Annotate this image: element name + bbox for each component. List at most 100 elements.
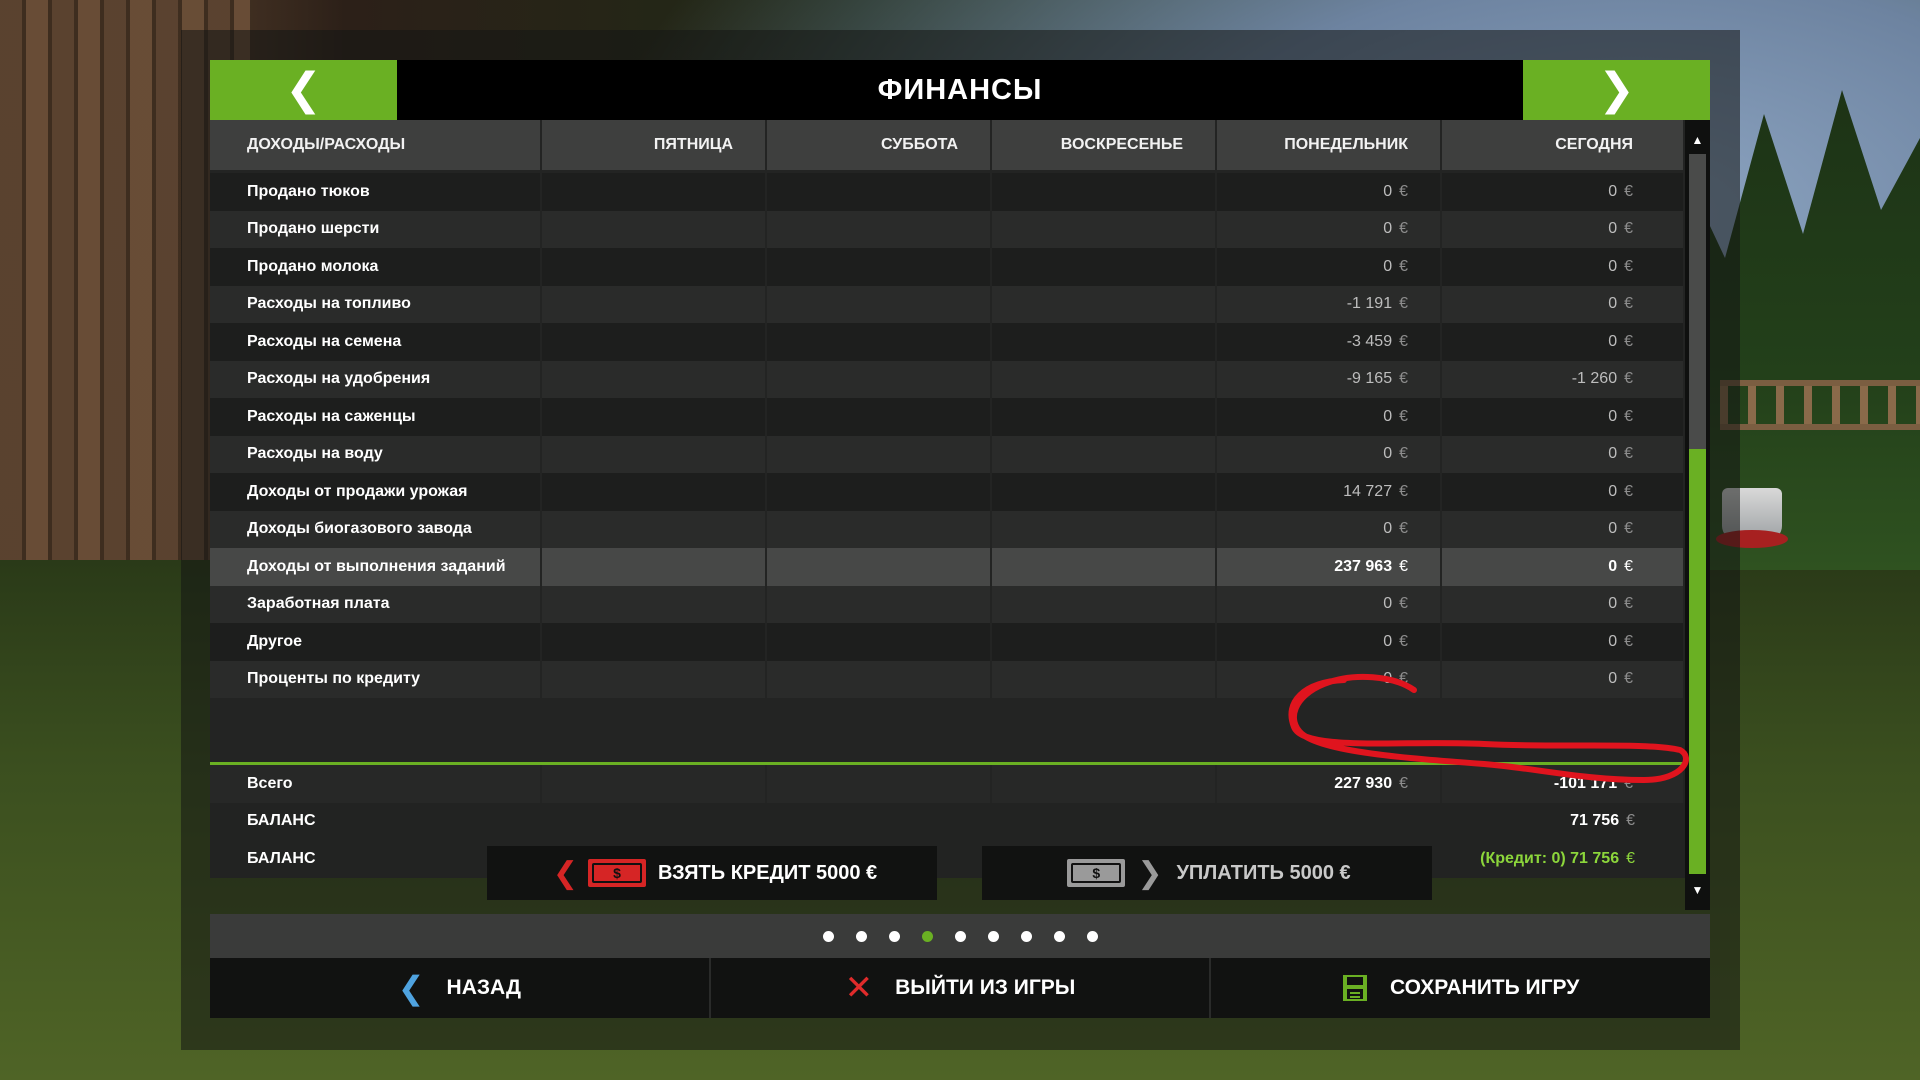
currency-symbol: € [1624,407,1633,425]
page-dot[interactable] [1020,930,1032,942]
table-row: Расходы на воду 0 €0 € [210,435,1685,473]
balance-value-cell: 71 756 € [542,802,1685,840]
cell-today: 0 € [1442,210,1685,248]
currency-symbol: € [1624,632,1633,650]
cell-monday-value: 0 [1383,407,1393,425]
row-label: Доходы от выполнения заданий [210,548,542,586]
cell-monday: 14 727 € [1217,473,1442,511]
cell-today: 0 € [1442,285,1685,323]
cell-friday [542,623,767,661]
page-title: ФИНАНСЫ [877,73,1043,106]
cell-today-value: 0 [1608,257,1618,275]
prev-page-button[interactable]: ❮ [210,60,397,120]
currency-symbol: € [1626,849,1635,867]
cell-monday-value: -9 165 [1346,370,1393,388]
cell-friday [542,510,767,548]
take-credit-button[interactable]: ❮ $ ВЗЯТЬ КРЕДИТ 5000 € [487,846,937,900]
currency-symbol: € [1399,595,1408,613]
cell-monday-value: 14 727 [1343,482,1393,500]
cell-friday [542,473,767,511]
quit-game-button[interactable]: ✕ ВЫЙТИ ИЗ ИГРЫ [711,958,1212,1018]
cell-today: -1 260 € [1442,360,1685,398]
cell-monday: -1 191 € [1217,285,1442,323]
page-dot[interactable] [921,930,933,942]
currency-symbol: € [1399,774,1408,792]
currency-symbol: € [1624,774,1633,792]
banknote-icon: $ [1067,859,1126,887]
cell-today-value: 0 [1608,182,1618,200]
page-dot[interactable] [954,930,966,942]
row-label: Доходы биогазового завода [210,510,542,548]
cell-monday-value: 0 [1383,220,1393,238]
scrollbar[interactable]: ▲ ▼ [1685,120,1710,910]
scroll-up-arrow-icon[interactable]: ▲ [1685,126,1710,154]
column-header-monday: ПОНЕДЕЛЬНИК [1217,120,1442,170]
page-dot[interactable] [1086,930,1098,942]
chevron-right-icon: ❯ [1598,64,1635,115]
row-label: Проценты по кредиту [210,660,542,698]
back-button[interactable]: ❮ НАЗАД [210,958,711,1018]
row-label: Продано молока [210,248,542,286]
page-dot[interactable] [855,930,867,942]
cell-saturday [767,398,992,436]
cell-saturday [767,473,992,511]
cell-saturday [767,585,992,623]
save-game-button[interactable]: СОХРАНИТЬ ИГРУ [1211,958,1710,1018]
currency-symbol: € [1399,257,1408,275]
currency-symbol: € [1399,557,1408,575]
page-dot[interactable] [888,930,900,942]
total-monday: 227 930 € [1217,765,1442,803]
next-page-button[interactable]: ❯ [1523,60,1710,120]
cell-today-value: 0 [1608,407,1618,425]
header: ❮ ФИНАНСЫ ❯ [210,60,1710,120]
cell-today: 0 € [1442,548,1685,586]
currency-symbol: € [1626,812,1635,830]
page-dot[interactable] [822,930,834,942]
row-label: Расходы на топливо [210,285,542,323]
currency-symbol: € [1399,632,1408,650]
cell-friday [542,435,767,473]
page-dot[interactable] [987,930,999,942]
currency-symbol: € [1624,295,1633,313]
cell-sunday [992,210,1217,248]
cell-sunday [992,510,1217,548]
cell-monday-value: 0 [1383,520,1393,538]
cell-saturday [767,435,992,473]
cell-sunday [992,360,1217,398]
cell-today: 0 € [1442,473,1685,511]
cell-monday: -3 459 € [1217,323,1442,361]
cell-monday-value: -1 191 [1346,295,1393,313]
cell-monday-value: 0 [1383,257,1393,275]
cell-monday-value: 0 [1383,632,1393,650]
scroll-track[interactable] [1689,154,1706,874]
pay-credit-label: УПЛАТИТЬ 5000 € [1176,861,1351,884]
cell-today-value: 0 [1608,220,1618,238]
cell-friday [542,323,767,361]
currency-symbol: € [1624,332,1633,350]
table-row: Расходы на удобрения -9 165 € -1 260 € [210,360,1685,398]
table-row: Заработная плата 0 €0 € [210,585,1685,623]
chevron-left-icon: ❮ [285,64,322,115]
scroll-down-arrow-icon[interactable]: ▼ [1685,876,1710,904]
cell-friday [542,210,767,248]
currency-symbol: € [1399,295,1408,313]
cell-sunday [992,623,1217,661]
cell-friday [542,360,767,398]
cell-today: 0 € [1442,398,1685,436]
cell-friday [542,585,767,623]
quit-label: ВЫЙТИ ИЗ ИГРЫ [895,976,1076,999]
row-label: Продано шерсти [210,210,542,248]
scroll-thumb[interactable] [1689,449,1706,874]
pay-credit-button[interactable]: $ ❯ УПЛАТИТЬ 5000 € [982,846,1432,900]
total-saturday [767,765,992,803]
cell-monday-value: 0 [1383,182,1393,200]
balance-value: 71 756 [1570,812,1620,830]
page-indicator [210,914,1710,958]
cell-sunday [992,585,1217,623]
page-dot[interactable] [1053,930,1065,942]
table-body: Продано тюков 0 €0 € Продано шерсти 0 €0 € Прода… [210,173,1685,698]
currency-symbol: € [1399,407,1408,425]
arrow-right-icon: ❯ [1137,855,1163,891]
cell-saturday [767,285,992,323]
cell-monday: 237 963 € [1217,548,1442,586]
